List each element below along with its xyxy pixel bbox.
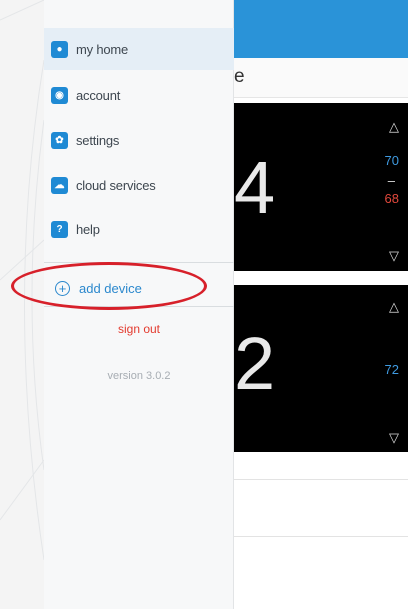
decrease-arrow-icon[interactable]: ▽ [389, 430, 399, 446]
gear-icon: ✿ [51, 131, 68, 149]
thermostat-card[interactable]: 2 △ 72 ▽ [234, 285, 408, 452]
setpoint-separator: – [387, 173, 395, 188]
nav-item-cloud-services[interactable]: ☁ cloud services [44, 167, 234, 203]
sign-out-link[interactable]: sign out [44, 322, 234, 336]
nav-item-help[interactable]: ? help [44, 211, 234, 247]
nav-item-label: help [76, 221, 100, 237]
nav-item-label: cloud services [76, 177, 156, 193]
nav-item-account[interactable]: ◉ account [44, 77, 234, 113]
thermostat-app: e 4 △ 70 – 68 ▽ 2 △ 72 ▽ [234, 0, 408, 609]
app-header [234, 0, 408, 58]
cool-setpoint: 70 [384, 153, 399, 168]
decrease-arrow-icon[interactable]: ▽ [389, 248, 399, 264]
nav-item-my-home[interactable]: ● my home [44, 31, 234, 67]
thermostat-card[interactable]: 4 △ 70 – 68 ▽ [234, 103, 408, 271]
nav-item-settings[interactable]: ✿ settings [44, 122, 234, 158]
current-temperature: 4 [234, 146, 276, 229]
increase-arrow-icon[interactable]: △ [389, 299, 399, 315]
setpoint: 72 [384, 362, 399, 377]
increase-arrow-icon[interactable]: △ [389, 119, 399, 135]
location-title-fragment: e [234, 66, 245, 87]
nav-item-label: settings [76, 132, 120, 148]
app-subheader [234, 58, 408, 98]
location-pin-icon: ● [51, 40, 68, 58]
nav-item-label: my home [76, 41, 129, 57]
user-icon: ◉ [51, 86, 68, 104]
list-divider [234, 479, 408, 480]
highlight-oval [11, 262, 207, 310]
current-temperature: 2 [234, 322, 276, 405]
list-divider [234, 536, 408, 537]
cloud-icon: ☁ [51, 176, 68, 194]
version-label: version 3.0.2 [107, 370, 171, 382]
heat-setpoint: 68 [384, 191, 399, 206]
help-icon: ? [51, 220, 68, 238]
nav-item-label: account [76, 87, 121, 103]
